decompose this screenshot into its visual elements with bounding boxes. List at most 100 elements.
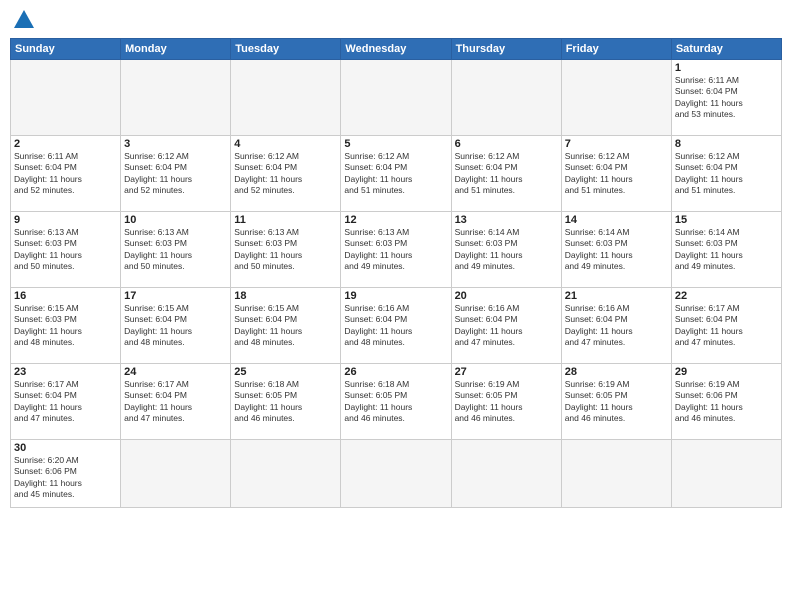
calendar-header-sunday: Sunday	[11, 39, 121, 60]
calendar-cell: 10Sunrise: 6:13 AM Sunset: 6:03 PM Dayli…	[121, 212, 231, 288]
day-number: 11	[234, 214, 337, 226]
day-info: Sunrise: 6:18 AM Sunset: 6:05 PM Dayligh…	[344, 379, 447, 425]
calendar-cell	[671, 440, 781, 508]
day-info: Sunrise: 6:13 AM Sunset: 6:03 PM Dayligh…	[344, 227, 447, 273]
logo-triangle-icon	[14, 10, 34, 28]
day-number: 5	[344, 138, 447, 150]
calendar-cell	[561, 440, 671, 508]
calendar-cell: 19Sunrise: 6:16 AM Sunset: 6:04 PM Dayli…	[341, 288, 451, 364]
calendar-header-row: SundayMondayTuesdayWednesdayThursdayFrid…	[11, 39, 782, 60]
calendar-cell: 15Sunrise: 6:14 AM Sunset: 6:03 PM Dayli…	[671, 212, 781, 288]
calendar-cell: 28Sunrise: 6:19 AM Sunset: 6:05 PM Dayli…	[561, 364, 671, 440]
day-info: Sunrise: 6:12 AM Sunset: 6:04 PM Dayligh…	[344, 151, 447, 197]
day-info: Sunrise: 6:19 AM Sunset: 6:05 PM Dayligh…	[565, 379, 668, 425]
day-info: Sunrise: 6:17 AM Sunset: 6:04 PM Dayligh…	[124, 379, 227, 425]
day-info: Sunrise: 6:20 AM Sunset: 6:06 PM Dayligh…	[14, 455, 117, 501]
calendar-week-3: 16Sunrise: 6:15 AM Sunset: 6:03 PM Dayli…	[11, 288, 782, 364]
day-number: 23	[14, 366, 117, 378]
calendar-cell: 25Sunrise: 6:18 AM Sunset: 6:05 PM Dayli…	[231, 364, 341, 440]
day-number: 13	[455, 214, 558, 226]
day-number: 30	[14, 442, 117, 454]
day-info: Sunrise: 6:14 AM Sunset: 6:03 PM Dayligh…	[675, 227, 778, 273]
calendar-cell: 7Sunrise: 6:12 AM Sunset: 6:04 PM Daylig…	[561, 136, 671, 212]
day-number: 20	[455, 290, 558, 302]
calendar-cell: 14Sunrise: 6:14 AM Sunset: 6:03 PM Dayli…	[561, 212, 671, 288]
calendar-cell: 22Sunrise: 6:17 AM Sunset: 6:04 PM Dayli…	[671, 288, 781, 364]
day-number: 14	[565, 214, 668, 226]
calendar-header-friday: Friday	[561, 39, 671, 60]
calendar-cell: 6Sunrise: 6:12 AM Sunset: 6:04 PM Daylig…	[451, 136, 561, 212]
calendar-cell: 5Sunrise: 6:12 AM Sunset: 6:04 PM Daylig…	[341, 136, 451, 212]
day-info: Sunrise: 6:12 AM Sunset: 6:04 PM Dayligh…	[675, 151, 778, 197]
day-number: 7	[565, 138, 668, 150]
day-info: Sunrise: 6:14 AM Sunset: 6:03 PM Dayligh…	[455, 227, 558, 273]
calendar-cell	[341, 440, 451, 508]
calendar-cell: 8Sunrise: 6:12 AM Sunset: 6:04 PM Daylig…	[671, 136, 781, 212]
calendar-cell: 18Sunrise: 6:15 AM Sunset: 6:04 PM Dayli…	[231, 288, 341, 364]
day-number: 21	[565, 290, 668, 302]
day-number: 25	[234, 366, 337, 378]
day-number: 29	[675, 366, 778, 378]
calendar-cell	[341, 60, 451, 136]
calendar-cell	[451, 60, 561, 136]
day-number: 9	[14, 214, 117, 226]
day-info: Sunrise: 6:14 AM Sunset: 6:03 PM Dayligh…	[565, 227, 668, 273]
day-number: 3	[124, 138, 227, 150]
calendar-cell: 11Sunrise: 6:13 AM Sunset: 6:03 PM Dayli…	[231, 212, 341, 288]
day-number: 6	[455, 138, 558, 150]
calendar-cell	[451, 440, 561, 508]
day-info: Sunrise: 6:16 AM Sunset: 6:04 PM Dayligh…	[344, 303, 447, 349]
calendar-week-2: 9Sunrise: 6:13 AM Sunset: 6:03 PM Daylig…	[11, 212, 782, 288]
day-info: Sunrise: 6:13 AM Sunset: 6:03 PM Dayligh…	[14, 227, 117, 273]
day-info: Sunrise: 6:19 AM Sunset: 6:06 PM Dayligh…	[675, 379, 778, 425]
day-info: Sunrise: 6:12 AM Sunset: 6:04 PM Dayligh…	[565, 151, 668, 197]
day-info: Sunrise: 6:12 AM Sunset: 6:04 PM Dayligh…	[124, 151, 227, 197]
day-number: 4	[234, 138, 337, 150]
calendar-header-monday: Monday	[121, 39, 231, 60]
calendar-header-tuesday: Tuesday	[231, 39, 341, 60]
calendar-header-saturday: Saturday	[671, 39, 781, 60]
day-number: 22	[675, 290, 778, 302]
calendar-header-wednesday: Wednesday	[341, 39, 451, 60]
header	[10, 10, 782, 30]
day-info: Sunrise: 6:15 AM Sunset: 6:03 PM Dayligh…	[14, 303, 117, 349]
day-number: 19	[344, 290, 447, 302]
page: SundayMondayTuesdayWednesdayThursdayFrid…	[0, 0, 792, 612]
day-info: Sunrise: 6:13 AM Sunset: 6:03 PM Dayligh…	[124, 227, 227, 273]
calendar-cell: 24Sunrise: 6:17 AM Sunset: 6:04 PM Dayli…	[121, 364, 231, 440]
day-info: Sunrise: 6:12 AM Sunset: 6:04 PM Dayligh…	[234, 151, 337, 197]
calendar-cell	[121, 440, 231, 508]
day-info: Sunrise: 6:13 AM Sunset: 6:03 PM Dayligh…	[234, 227, 337, 273]
calendar-cell: 23Sunrise: 6:17 AM Sunset: 6:04 PM Dayli…	[11, 364, 121, 440]
calendar-cell: 16Sunrise: 6:15 AM Sunset: 6:03 PM Dayli…	[11, 288, 121, 364]
day-number: 1	[675, 62, 778, 74]
day-info: Sunrise: 6:15 AM Sunset: 6:04 PM Dayligh…	[234, 303, 337, 349]
day-number: 8	[675, 138, 778, 150]
calendar-cell: 27Sunrise: 6:19 AM Sunset: 6:05 PM Dayli…	[451, 364, 561, 440]
calendar-cell: 17Sunrise: 6:15 AM Sunset: 6:04 PM Dayli…	[121, 288, 231, 364]
calendar-cell: 21Sunrise: 6:16 AM Sunset: 6:04 PM Dayli…	[561, 288, 671, 364]
logo	[10, 10, 34, 30]
day-info: Sunrise: 6:11 AM Sunset: 6:04 PM Dayligh…	[675, 75, 778, 121]
day-number: 15	[675, 214, 778, 226]
calendar-cell: 29Sunrise: 6:19 AM Sunset: 6:06 PM Dayli…	[671, 364, 781, 440]
calendar-week-0: 1Sunrise: 6:11 AM Sunset: 6:04 PM Daylig…	[11, 60, 782, 136]
calendar-cell	[561, 60, 671, 136]
calendar-week-5: 30Sunrise: 6:20 AM Sunset: 6:06 PM Dayli…	[11, 440, 782, 508]
calendar-cell: 12Sunrise: 6:13 AM Sunset: 6:03 PM Dayli…	[341, 212, 451, 288]
day-number: 24	[124, 366, 227, 378]
day-number: 16	[14, 290, 117, 302]
day-info: Sunrise: 6:15 AM Sunset: 6:04 PM Dayligh…	[124, 303, 227, 349]
day-info: Sunrise: 6:16 AM Sunset: 6:04 PM Dayligh…	[455, 303, 558, 349]
calendar-header-thursday: Thursday	[451, 39, 561, 60]
day-info: Sunrise: 6:11 AM Sunset: 6:04 PM Dayligh…	[14, 151, 117, 197]
day-number: 28	[565, 366, 668, 378]
calendar-cell	[121, 60, 231, 136]
calendar-cell: 3Sunrise: 6:12 AM Sunset: 6:04 PM Daylig…	[121, 136, 231, 212]
calendar-cell: 9Sunrise: 6:13 AM Sunset: 6:03 PM Daylig…	[11, 212, 121, 288]
calendar-week-1: 2Sunrise: 6:11 AM Sunset: 6:04 PM Daylig…	[11, 136, 782, 212]
day-info: Sunrise: 6:17 AM Sunset: 6:04 PM Dayligh…	[14, 379, 117, 425]
day-info: Sunrise: 6:12 AM Sunset: 6:04 PM Dayligh…	[455, 151, 558, 197]
day-number: 10	[124, 214, 227, 226]
day-info: Sunrise: 6:18 AM Sunset: 6:05 PM Dayligh…	[234, 379, 337, 425]
